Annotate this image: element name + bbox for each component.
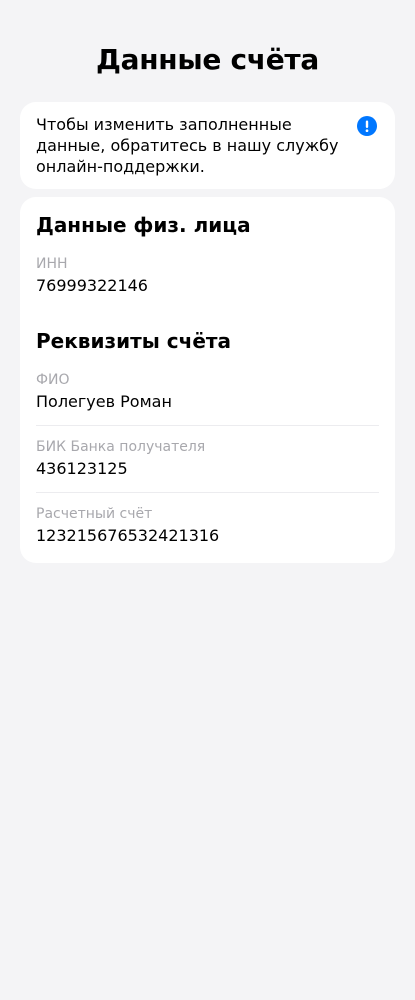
individual-section-title: Данные физ. лица (36, 213, 251, 237)
notice-text: Чтобы изменить заполненные данные, обрат… (36, 115, 339, 176)
inn-label: ИНН (36, 256, 68, 272)
account-number-value: 123215676532421316 (36, 526, 220, 545)
fio-label: ФИО (36, 372, 70, 388)
divider (36, 492, 379, 493)
page-title: Данные счёта (96, 43, 319, 76)
account-section-title: Реквизиты счёта (36, 329, 231, 353)
account-details-card: Данные физ. лица ИНН 76999322146 Реквизи… (20, 197, 395, 563)
account-number-label: Расчетный счёт (36, 506, 153, 522)
notice-card: Чтобы изменить заполненные данные, обрат… (20, 102, 395, 189)
inn-value: 76999322146 (36, 276, 148, 295)
bik-value: 436123125 (36, 459, 128, 478)
divider (36, 425, 379, 426)
bik-label: БИК Банка получателя (36, 439, 206, 455)
info-icon[interactable] (357, 116, 377, 136)
fio-value: Полегуев Роман (36, 392, 172, 411)
